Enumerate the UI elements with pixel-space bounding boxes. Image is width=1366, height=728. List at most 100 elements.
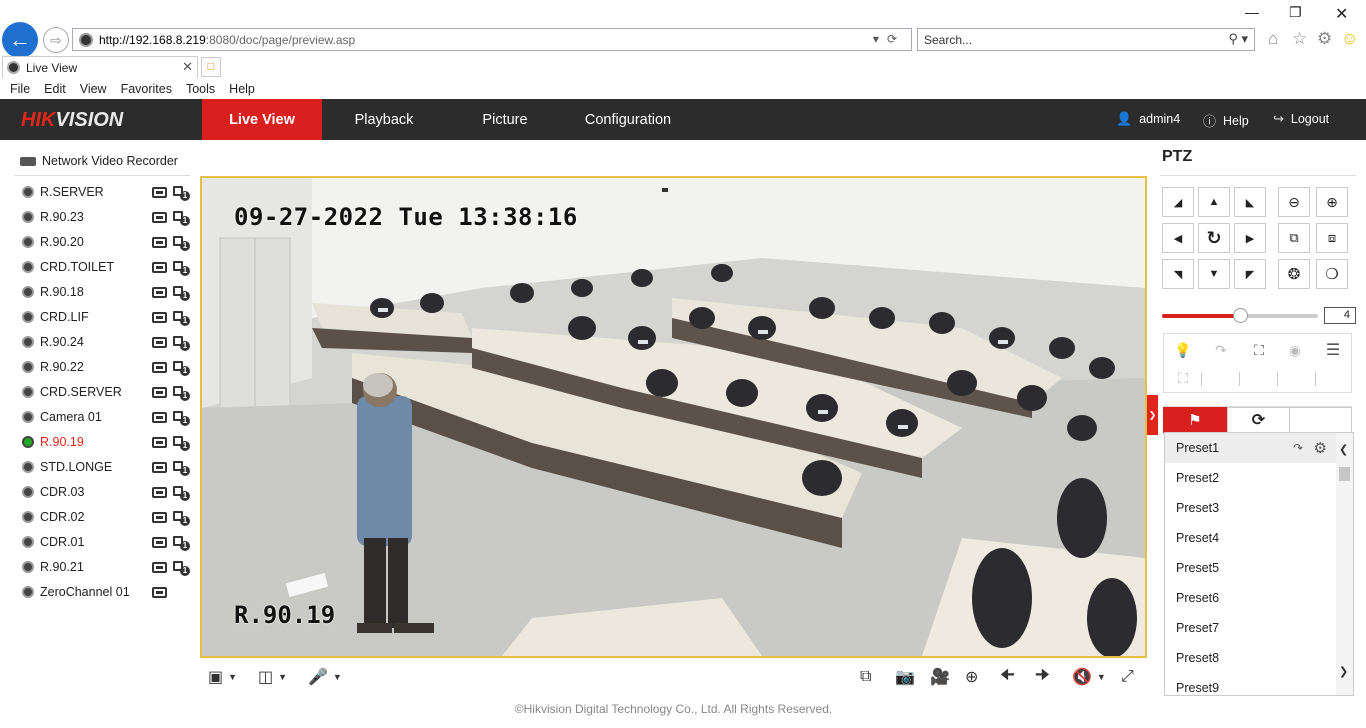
collapse-ptz-button[interactable]: ❯ xyxy=(1147,395,1158,435)
focus-far-button[interactable]: ⧈ xyxy=(1316,223,1348,253)
camera-item[interactable]: R.90.21 xyxy=(22,557,192,577)
ptz-speed-handle[interactable] xyxy=(1233,308,1248,323)
start-live-view-icon[interactable] xyxy=(152,561,167,573)
start-live-view-icon[interactable] xyxy=(152,286,167,298)
camera-item[interactable]: CDR.03 xyxy=(22,482,192,502)
camera-item[interactable]: R.SERVER xyxy=(22,182,192,202)
menu-view[interactable]: View xyxy=(80,82,107,96)
stream-select-icon[interactable] xyxy=(173,334,190,351)
stream-select-icon[interactable] xyxy=(173,359,190,376)
microphone-button[interactable]: 🎤 ▼ xyxy=(308,667,342,687)
previous-page-button[interactable]: 🠈 xyxy=(1000,667,1015,687)
wiper-icon[interactable]: ↷ xyxy=(1202,336,1240,364)
stream-select-icon[interactable] xyxy=(173,184,190,201)
tab-picture[interactable]: Picture xyxy=(446,99,564,140)
nvr-root-node[interactable]: Network Video Recorder xyxy=(20,154,178,168)
stream-select-icon[interactable] xyxy=(173,234,190,251)
camera-item[interactable]: CDR.02 xyxy=(22,507,192,527)
start-live-view-icon[interactable] xyxy=(152,261,167,273)
fullscreen-button[interactable]: ⤢ xyxy=(1121,667,1134,687)
logout-button[interactable]: ↪ Logout xyxy=(1273,111,1329,127)
stream-select-icon[interactable] xyxy=(173,509,190,526)
start-live-view-icon[interactable] xyxy=(152,486,167,498)
start-live-view-icon[interactable] xyxy=(152,361,167,373)
start-live-view-icon[interactable] xyxy=(152,436,167,448)
camera-item[interactable]: R.90.24 xyxy=(22,332,192,352)
stream-select-icon[interactable] xyxy=(173,559,190,576)
preset-item[interactable]: Preset3 xyxy=(1165,493,1337,523)
call-preset-icon[interactable]: ↷ xyxy=(1293,441,1303,455)
tab-pattern[interactable] xyxy=(1290,407,1352,433)
preset-item[interactable]: Preset1 ↷ ⚙ xyxy=(1165,433,1337,463)
lens-init-icon[interactable]: ◉ xyxy=(1276,336,1314,364)
start-live-view-icon[interactable] xyxy=(152,511,167,523)
capture-button[interactable]: 📷 xyxy=(895,667,915,687)
search-input[interactable]: Search... ⚲ ▾ xyxy=(917,28,1255,51)
smiley-feedback-icon[interactable]: ☺ xyxy=(1341,29,1358,49)
browser-tab-live-view[interactable]: Live View ✕ xyxy=(2,56,198,78)
ptz-right-button[interactable]: ▶ xyxy=(1234,223,1266,253)
stream-select-icon[interactable] xyxy=(173,209,190,226)
camera-item[interactable]: R.90.19 xyxy=(22,432,192,452)
start-live-view-icon[interactable] xyxy=(152,536,167,548)
start-live-view-icon[interactable] xyxy=(152,186,167,198)
camera-item[interactable]: ZeroChannel 01 xyxy=(22,582,192,602)
ptz-auto-button[interactable]: ↻ xyxy=(1198,223,1230,253)
stream-select-icon[interactable] xyxy=(173,384,190,401)
minimize-window-button[interactable]: — xyxy=(1245,4,1259,20)
start-live-view-icon[interactable] xyxy=(152,586,167,598)
tab-playback[interactable]: Playback xyxy=(325,99,443,140)
audio-button[interactable]: 🔇 ▼ xyxy=(1072,667,1106,687)
stream-select-icon[interactable] xyxy=(173,259,190,276)
menu-edit[interactable]: Edit xyxy=(44,82,66,96)
restore-window-button[interactable]: ❐ xyxy=(1289,4,1302,21)
tab-preset[interactable]: ⚑ xyxy=(1163,407,1227,433)
ptz-up-button[interactable]: ▲ xyxy=(1198,187,1230,217)
search-icon[interactable]: ⚲ ▾ xyxy=(1228,31,1248,47)
stream-select-icon[interactable] xyxy=(173,309,190,326)
preset-item[interactable]: Preset7 xyxy=(1165,613,1337,643)
set-preset-gear-icon[interactable]: ⚙ xyxy=(1314,439,1327,457)
camera-item[interactable]: Camera 01 xyxy=(22,407,192,427)
camera-item[interactable]: CRD.TOILET xyxy=(22,257,192,277)
ptz-down-button[interactable]: ▼ xyxy=(1198,259,1230,289)
start-live-view-icon[interactable] xyxy=(152,236,167,248)
camera-item[interactable]: R.90.18 xyxy=(22,282,192,302)
preset-item[interactable]: Preset4 xyxy=(1165,523,1337,553)
iris-open-button[interactable]: ❂ xyxy=(1278,259,1310,289)
digital-zoom-button[interactable]: ⊕ xyxy=(965,667,978,687)
start-live-view-icon[interactable] xyxy=(152,311,167,323)
menu-tools[interactable]: Tools xyxy=(186,82,215,96)
ptz-down-left-button[interactable]: ◥ xyxy=(1162,259,1194,289)
close-tab-icon[interactable]: ✕ xyxy=(182,59,193,75)
home-icon[interactable]: ⌂ xyxy=(1268,29,1278,49)
stream-select-icon[interactable] xyxy=(173,484,190,501)
ptz-speed-slider[interactable] xyxy=(1162,308,1318,323)
light-icon[interactable]: 💡 xyxy=(1164,336,1202,364)
preset-item[interactable]: Preset9 xyxy=(1165,673,1337,695)
menu-file[interactable]: File xyxy=(10,82,30,96)
stream-select-icon[interactable] xyxy=(173,409,190,426)
tab-live-view[interactable]: Live View xyxy=(202,99,322,140)
close-window-button[interactable]: ✕ xyxy=(1335,4,1348,24)
preset-item[interactable]: Preset2 xyxy=(1165,463,1337,493)
auxiliary-focus-icon[interactable]: ⛶ xyxy=(1240,336,1278,364)
settings-gear-icon[interactable]: ⚙ xyxy=(1317,29,1332,49)
refresh-icon[interactable]: ▾⟳ xyxy=(873,32,905,46)
zoom-out-button[interactable]: ⊖ xyxy=(1278,187,1310,217)
camera-item[interactable]: CRD.LIF xyxy=(22,307,192,327)
stream-select-icon[interactable] xyxy=(173,534,190,551)
camera-item[interactable]: R.90.23 xyxy=(22,207,192,227)
preset-item[interactable]: Preset6 xyxy=(1165,583,1337,613)
preset-scrollbar[interactable]: ❮ ❯ xyxy=(1336,433,1353,695)
camera-item[interactable]: R.90.22 xyxy=(22,357,192,377)
start-live-view-icon[interactable] xyxy=(152,386,167,398)
record-button[interactable]: 🎥 xyxy=(930,667,950,687)
tab-configuration[interactable]: Configuration xyxy=(567,99,689,140)
scroll-down-icon[interactable]: ❯ xyxy=(1339,665,1348,678)
ptz-up-right-button[interactable]: ◣ xyxy=(1234,187,1266,217)
start-live-view-icon[interactable] xyxy=(152,211,167,223)
scroll-up-icon[interactable]: ❮ xyxy=(1339,443,1348,456)
live-video-window[interactable]: 09-27-2022 Tue 13:38:16 R.90.19 xyxy=(200,176,1147,658)
tab-patrol[interactable]: ⟳ xyxy=(1227,407,1290,433)
